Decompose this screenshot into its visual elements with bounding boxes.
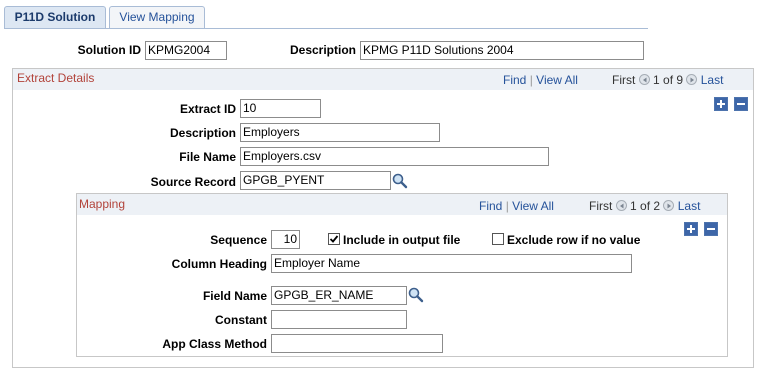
app-class-method-label: App Class Method <box>162 337 267 351</box>
file-name-field[interactable]: Employers.csv <box>240 147 549 166</box>
mapping-title: Mapping <box>79 197 126 211</box>
extract-nav: Find | View All <box>503 73 578 87</box>
file-name-label: File Name <box>179 150 236 164</box>
mapping-nav-separator: | <box>505 199 509 213</box>
field-name-lookup-icon[interactable] <box>407 286 425 306</box>
checkmark-icon <box>329 235 339 243</box>
constant-label: Constant <box>215 313 267 327</box>
solution-id-label: Solution ID <box>77 43 141 57</box>
previous-icon[interactable] <box>615 200 627 211</box>
next-icon[interactable] <box>663 200 675 211</box>
exclude-row-label: Exclude row if no value <box>507 233 641 247</box>
source-record-field[interactable]: GPGB_PYENT <box>240 171 391 190</box>
tab-divider <box>4 28 648 29</box>
mapping-first-label: First <box>589 199 613 213</box>
extract-id-field[interactable]: 10 <box>240 99 321 118</box>
extract-find-link[interactable]: Find <box>503 73 526 87</box>
app-class-method-field[interactable] <box>271 334 443 353</box>
constant-field[interactable] <box>271 310 407 329</box>
mapping-view-all-link[interactable]: View All <box>512 199 554 213</box>
mapping-nav: Find | View All <box>479 199 554 213</box>
delete-row-icon[interactable] <box>704 222 718 236</box>
extract-last-link[interactable]: Last <box>701 73 724 87</box>
description-label: Description <box>289 43 356 57</box>
extract-details-title: Extract Details <box>17 71 95 85</box>
extract-first-label: First <box>612 73 636 87</box>
mapping-pager: First 1 of 2 Last <box>589 199 700 213</box>
extract-pager: First 1 of 9 Last <box>612 73 723 87</box>
include-in-output-checkbox[interactable] <box>328 233 340 245</box>
tab-p11d-solution[interactable]: P11D Solution <box>4 6 106 29</box>
extract-description-field[interactable]: Employers <box>240 123 440 142</box>
source-record-label: Source Record <box>150 175 236 189</box>
sequence-label: Sequence <box>210 233 267 247</box>
column-heading-field[interactable]: Employer Name <box>271 254 632 273</box>
field-name-field[interactable]: GPGB_ER_NAME <box>271 286 407 305</box>
add-row-icon[interactable] <box>714 97 728 111</box>
add-row-icon[interactable] <box>684 222 698 236</box>
mapping-page-counter: 1 of 2 <box>630 199 661 213</box>
mapping-find-link[interactable]: Find <box>479 199 502 213</box>
previous-icon[interactable] <box>638 74 650 85</box>
description-field[interactable]: KPMG P11D Solutions 2004 <box>360 41 644 60</box>
extract-view-all-link[interactable]: View All <box>536 73 578 87</box>
extract-nav-separator: | <box>529 73 533 87</box>
tab-view-mapping[interactable]: View Mapping <box>109 6 205 28</box>
include-in-output-label: Include in output file <box>343 233 461 247</box>
column-heading-label: Column Heading <box>171 257 267 271</box>
delete-row-icon[interactable] <box>734 97 748 111</box>
next-icon[interactable] <box>686 74 698 85</box>
solution-id-field[interactable]: KPMG2004 <box>145 41 227 60</box>
sequence-field[interactable]: 10 <box>271 230 300 249</box>
extract-page-counter: 1 of 9 <box>653 73 684 87</box>
mapping-last-link[interactable]: Last <box>678 199 701 213</box>
extract-description-label: Description <box>169 126 236 140</box>
source-record-lookup-icon[interactable] <box>391 172 409 192</box>
extract-id-label: Extract ID <box>179 102 236 116</box>
mapping-section <box>76 193 728 357</box>
exclude-row-checkbox[interactable] <box>492 233 504 245</box>
field-name-label: Field Name <box>202 289 267 303</box>
